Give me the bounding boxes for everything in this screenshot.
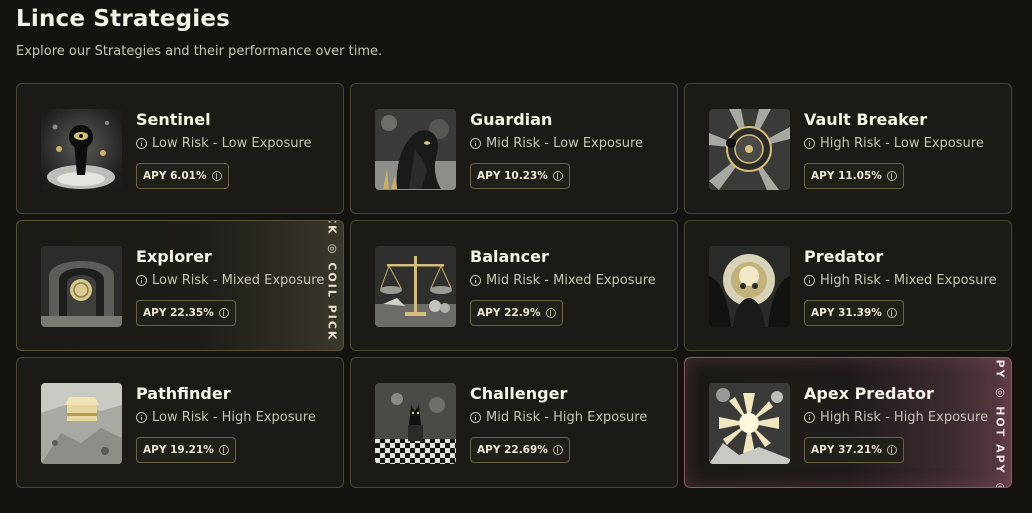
- strategy-risk: Mid Risk - Mixed Exposure: [470, 273, 656, 288]
- info-icon[interactable]: [218, 445, 229, 455]
- strategy-name: Balancer: [470, 247, 549, 266]
- info-icon[interactable]: [552, 171, 563, 181]
- apy-label: APY 22.35%: [143, 307, 214, 319]
- skull-claws-icon: [709, 246, 790, 327]
- apy-badge[interactable]: APY 22.9%: [470, 300, 563, 326]
- strategy-name: Challenger: [470, 384, 568, 403]
- strategy-risk: Low Risk - Mixed Exposure: [136, 273, 324, 288]
- strategy-card-sentinel[interactable]: Sentinel Low Risk - Low Exposure APY 6.0…: [16, 83, 344, 214]
- info-icon[interactable]: [886, 308, 897, 318]
- risk-label: Mid Risk - Mixed Exposure: [486, 273, 656, 288]
- strategy-card-explorer[interactable]: Explorer Low Risk - Mixed Exposure APY 2…: [16, 220, 344, 351]
- strategy-name: Sentinel: [136, 110, 211, 129]
- strategy-risk: Mid Risk - Low Exposure: [470, 136, 643, 151]
- apy-badge[interactable]: APY 19.21%: [136, 437, 236, 463]
- info-icon[interactable]: [804, 138, 815, 149]
- info-icon[interactable]: [211, 171, 222, 181]
- strategy-name: Apex Predator: [804, 384, 934, 403]
- page-title: Lince Strategies: [16, 6, 231, 32]
- risk-label: Low Risk - Mixed Exposure: [152, 273, 325, 288]
- info-icon[interactable]: [552, 445, 563, 455]
- strategies-page: Lince Strategies Explore our Strategies …: [0, 0, 1032, 513]
- strategy-card-vault-breaker[interactable]: Vault Breaker High Risk - Low Exposure A…: [684, 83, 1012, 214]
- hot-apy-ribbon: APY ◎ HOT APY ◎: [989, 358, 1011, 487]
- strategy-name: Pathfinder: [136, 384, 231, 403]
- strategy-card-balancer[interactable]: Balancer Mid Risk - Mixed Exposure APY 2…: [350, 220, 678, 351]
- apy-badge[interactable]: APY 22.69%: [470, 437, 570, 463]
- strategy-risk: Low Risk - High Exposure: [136, 410, 316, 425]
- apy-badge[interactable]: APY 31.39%: [804, 300, 904, 326]
- strategy-risk: Mid Risk - High Exposure: [470, 410, 647, 425]
- apy-label: APY 22.9%: [477, 307, 541, 319]
- info-icon[interactable]: [804, 275, 815, 286]
- vault-dial-icon: [709, 109, 790, 190]
- strategy-risk: Low Risk - Low Exposure: [136, 136, 312, 151]
- info-icon[interactable]: [218, 308, 229, 318]
- info-icon[interactable]: [545, 308, 556, 318]
- risk-label: Low Risk - High Exposure: [152, 410, 316, 425]
- info-icon[interactable]: [136, 412, 147, 423]
- info-icon[interactable]: [886, 445, 897, 455]
- strategy-name: Explorer: [136, 247, 212, 266]
- info-icon[interactable]: [136, 138, 147, 149]
- strategy-name: Guardian: [470, 110, 553, 129]
- apy-badge[interactable]: APY 22.35%: [136, 300, 236, 326]
- risk-label: High Risk - Mixed Exposure: [820, 273, 997, 288]
- strategy-card-challenger[interactable]: Challenger Mid Risk - High Exposure APY …: [350, 357, 678, 488]
- keyhole-eye-icon: [41, 109, 122, 190]
- treasure-chest-icon: [41, 383, 122, 464]
- strategy-card-guardian[interactable]: Guardian Mid Risk - Low Exposure APY 10.…: [350, 83, 678, 214]
- apy-label: APY 19.21%: [143, 444, 214, 456]
- apy-badge[interactable]: APY 11.05%: [804, 163, 904, 189]
- apy-badge[interactable]: APY 10.23%: [470, 163, 570, 189]
- apy-label: APY 6.01%: [143, 170, 207, 182]
- strategy-risk: High Risk - Mixed Exposure: [804, 273, 997, 288]
- strategy-risk: High Risk - High Exposure: [804, 410, 988, 425]
- strategy-card-predator[interactable]: Predator High Risk - Mixed Exposure APY …: [684, 220, 1012, 351]
- radiant-burst-icon: [709, 383, 790, 464]
- info-icon[interactable]: [470, 275, 481, 286]
- info-icon[interactable]: [470, 138, 481, 149]
- strategy-name: Predator: [804, 247, 884, 266]
- risk-label: Low Risk - Low Exposure: [152, 136, 312, 151]
- risk-label: High Risk - High Exposure: [820, 410, 989, 425]
- strategy-name: Vault Breaker: [804, 110, 928, 129]
- apy-label: APY 11.05%: [811, 170, 882, 182]
- strategy-grid: Sentinel Low Risk - Low Exposure APY 6.0…: [16, 83, 1012, 488]
- info-icon[interactable]: [136, 275, 147, 286]
- coil-pick-ribbon: ICK ◎ COIL PICK ◎: [321, 221, 343, 350]
- info-icon[interactable]: [804, 412, 815, 423]
- apy-label: APY 22.69%: [477, 444, 548, 456]
- risk-label: High Risk - Low Exposure: [820, 136, 984, 151]
- panther-guard-icon: [375, 109, 456, 190]
- info-icon[interactable]: [886, 171, 897, 181]
- ribbon-label: ICK ◎ COIL PICK ◎: [325, 220, 339, 351]
- tunnel-coin-icon: [41, 246, 122, 327]
- ribbon-label: APY ◎ HOT APY ◎: [993, 357, 1007, 488]
- info-icon[interactable]: [470, 412, 481, 423]
- page-subtitle: Explore our Strategies and their perform…: [16, 44, 383, 59]
- chess-cat-icon: [375, 383, 456, 464]
- apy-label: APY 37.21%: [811, 444, 882, 456]
- strategy-card-pathfinder[interactable]: Pathfinder Low Risk - High Exposure APY …: [16, 357, 344, 488]
- risk-label: Mid Risk - High Exposure: [486, 410, 648, 425]
- scales-icon: [375, 246, 456, 327]
- strategy-card-apex-predator[interactable]: Apex Predator High Risk - High Exposure …: [684, 357, 1012, 488]
- apy-badge[interactable]: APY 6.01%: [136, 163, 229, 189]
- apy-badge[interactable]: APY 37.21%: [804, 437, 904, 463]
- strategy-risk: High Risk - Low Exposure: [804, 136, 984, 151]
- risk-label: Mid Risk - Low Exposure: [486, 136, 644, 151]
- apy-label: APY 31.39%: [811, 307, 882, 319]
- apy-label: APY 10.23%: [477, 170, 548, 182]
